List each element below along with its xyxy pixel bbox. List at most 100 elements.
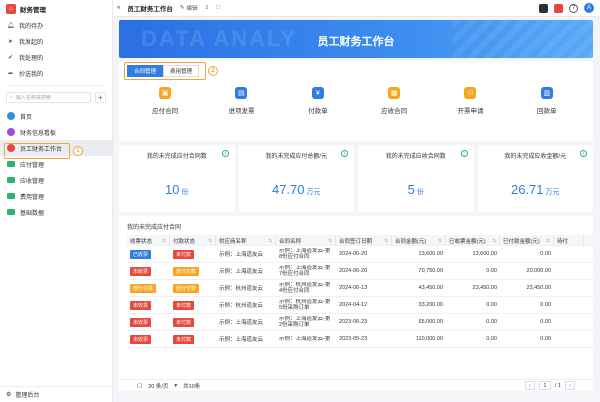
page-size-select[interactable]: 20 条/页 [148,382,168,390]
table-row[interactable]: 未收票 未付款 示例：上海道友云 示例：上海道友云-第2份采购订单 2023-0… [127,314,593,331]
sidebar-item-label: 首页 [20,112,32,121]
table-row[interactable]: 未收票 未付款 示例：上海道友云 示例：上海道友云-第 2023-05-23 1… [127,331,593,348]
date-cell: 2024-04-12 [336,302,392,308]
app-icon[interactable] [539,4,548,13]
table-title: 我的未完成应付合同 [127,222,181,231]
edit-label: 编辑 [186,4,197,12]
sidebar-search-input[interactable]: ⌕ 输入名称来搜索 [6,92,91,103]
help-icon[interactable]: ? [569,4,578,13]
quick-action-payable-contract[interactable]: ▣ 应付合同 [135,87,195,115]
pagination: ‹ 1 / 1 › [525,381,575,390]
sidebar-item-dashboard[interactable]: 财务信息看板 [0,124,112,140]
table-row[interactable]: 已收票 未付款 示例：上海道友云 示例：上海道友云-第8份应付合同 2024-0… [127,246,593,263]
sidebar-item-label: 我发起的 [19,37,43,46]
check-icon: ✔ [7,54,14,61]
paid-cell: 23,450.00 [500,285,554,291]
quick-action-label: 进项发票 [228,105,254,115]
share-icon: ⇪ [204,5,209,11]
share-button[interactable]: ⇪ [204,5,209,11]
payment-status-badge: 未付款 [173,335,194,344]
avatar[interactable]: A [584,3,594,13]
sort-icon: ⇅ [208,238,212,244]
invoice-icon: ▤ [235,87,247,99]
amount-cell: 43,450.00 [392,285,446,291]
banner-title: 员工财务工作台 [119,33,593,49]
sidebar-item-cc[interactable]: ➦ 抄送我的 [0,65,112,81]
next-page-button[interactable]: › [565,381,575,390]
amount-cell: 110,000.00 [392,336,446,342]
topbar: « 员工财务工作台 ✎ 编辑 ⇪ ⛶ ? A [113,0,600,17]
sidebar-item-home[interactable]: 首页 [0,108,112,124]
sidebar-item-initiated[interactable]: ➤ 我发起的 [0,33,112,49]
collapse-icon[interactable]: « [117,5,120,11]
supplier-cell: 示例：杭州道友云 [216,284,276,292]
column-header[interactable]: 已付款金额(元)⇅ [500,235,554,246]
column-header[interactable]: 收票状态 ⇅ [127,235,170,246]
column-header[interactable]: 合同金额(元)⇅ [392,235,446,246]
supplier-cell: 示例：上海道友云 [216,267,276,275]
column-header[interactable]: 待付 [554,235,584,246]
info-icon[interactable]: i [461,150,468,157]
sidebar-item-label: 费用管理 [20,192,44,201]
quick-action-label: 应收合同 [381,105,407,115]
sidebar-item-receivables[interactable]: 应收管理 [0,172,112,188]
sidebar-item-label: 应付管理 [20,160,44,169]
invoiced-cell: 0.00 [446,268,500,274]
page-input[interactable]: 1 [539,381,551,390]
info-icon[interactable]: i [580,150,587,157]
sort-icon: ⇅ [546,238,550,244]
column-label: 供应商名称 [219,237,247,245]
table-row[interactable]: 部分收票 部分付款 示例：杭州道友云 示例：杭州道友云-第4份应付合同 2024… [127,280,593,297]
info-icon[interactable]: i [222,150,229,157]
quick-action-receipt[interactable]: ▥ 回款单 [517,87,577,115]
column-header[interactable]: 供应商名称⇅ [216,235,276,246]
stat-card: 我的未完成应付合同数 i 10份 [119,145,235,212]
sidebar-footer[interactable]: ⚙ 管理后台 [0,386,113,402]
edit-button[interactable]: ✎ 编辑 [180,4,198,12]
folder-icon [7,177,15,183]
sort-icon: ⇅ [162,238,166,244]
folder-icon [7,193,15,199]
table-row[interactable]: 未收票 未付款 示例：杭州道友云 示例：杭州道友云-第5份采购订单 2024-0… [127,297,593,314]
info-icon[interactable]: i [341,150,348,157]
column-header[interactable]: 付款状态⇅ [170,235,216,246]
prev-page-button[interactable]: ‹ [525,381,535,390]
topbar-right: ? A [539,3,594,13]
sidebar-item-handled[interactable]: ✔ 我处理的 [0,49,112,65]
contracts-table-panel: 我的未完成应付合同 收票状态⇅ 付款状态⇅ 供应商名称⇅ 合同名称⇅ 合同签订日… [119,216,593,391]
column-header[interactable]: 合同名称⇅ [276,235,336,246]
notification-icon[interactable] [554,4,563,13]
highlight-box [4,143,70,159]
column-header[interactable]: 已收票金额(元) ⇅ [446,235,500,246]
cc-icon: ➦ [7,70,14,77]
sidebar-item-todo[interactable]: 🔔︎ 我的待办 [0,17,112,33]
folder-icon [7,161,15,167]
export-icon[interactable]: ▢ [137,383,142,389]
quick-action-input-invoice[interactable]: ▤ 进项发票 [211,87,271,115]
date-cell: 2024-06-20 [336,251,392,257]
sort-icon: ⇅ [492,238,496,244]
quick-action-billing[interactable]: ⚇ 开票申请 [440,87,500,115]
stat-value: 5份 [358,182,474,197]
fullscreen-button[interactable]: ⛶ [216,5,220,12]
contract-cell: 示例：杭州道友云-第4份应付合同 [276,282,336,295]
column-label: 已收票金额(元) [449,237,486,245]
paid-cell: 0.00 [500,336,554,342]
column-label: 收票状态 [130,237,152,245]
add-button[interactable]: + [95,92,106,103]
supplier-cell: 示例：杭州道友云 [216,301,276,309]
quick-action-payment[interactable]: ¥ 付款单 [288,87,348,115]
sidebar-item-basic-data[interactable]: 基础数据 [0,204,112,220]
table-row[interactable]: 未收票 部分付款 示例：上海道友云 示例：上海道友云-第7份应付合同 2024-… [127,263,593,280]
sort-icon: ⇅ [438,238,442,244]
sidebar-item-expenses[interactable]: 费用管理 [0,188,112,204]
quick-action-receivable-contract[interactable]: ▦ 应收合同 [364,87,424,115]
invoiced-cell: 0.00 [446,302,500,308]
step-badge: 1 [73,146,83,156]
column-header[interactable]: 合同签订日期⇅ [336,235,392,246]
stat-number: 5 [408,182,415,197]
sort-icon: ⇅ [328,238,332,244]
stat-unit: 万元 [307,189,321,196]
stat-card: 我的未完成应收金额/元 i 26.71万元 [478,145,594,212]
paid-cell: 0.00 [500,302,554,308]
